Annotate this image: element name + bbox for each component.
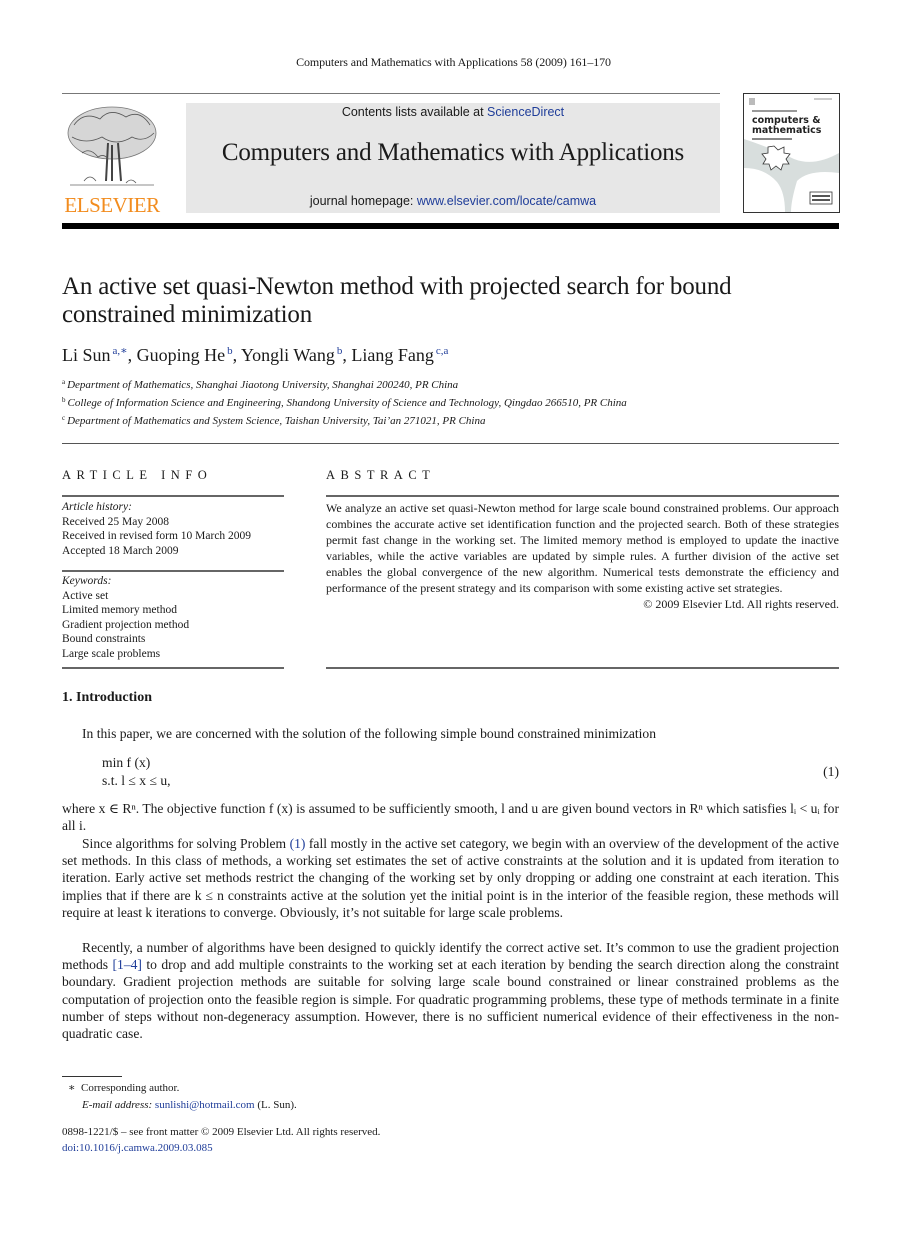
affiliation: c Department of Mathematics and System Sc… — [62, 414, 485, 427]
article-title: An active set quasi-Newton method with p… — [62, 273, 732, 328]
history-item: Received in revised form 10 March 2009 — [62, 530, 252, 543]
abstract-copyright: © 2009 Elsevier Ltd. All rights reserved… — [643, 597, 839, 611]
author-name: Liang Fang — [351, 345, 434, 365]
citation-link[interactable]: [1–4] — [113, 957, 142, 972]
elsevier-wordmark: ELSEVIER — [64, 193, 160, 217]
footnote-email: E-mail address: sunlishi@hotmail.com (L.… — [82, 1097, 297, 1113]
affiliation-mark: a — [62, 378, 66, 386]
article-info-heading: ARTICLE INFO — [62, 468, 213, 482]
history-label: Article history: — [62, 501, 132, 513]
journal-title: Computers and Mathematics with Applicati… — [221, 139, 685, 166]
journal-banner: Contents lists available at ScienceDirec… — [186, 103, 720, 213]
affiliation-text: Department of Mathematics, Shanghai Jiao… — [67, 379, 459, 391]
homepage-prefix: journal homepage: — [309, 194, 417, 208]
article-info-rule — [62, 667, 284, 669]
footnote-mark: ∗ — [68, 1082, 76, 1094]
history-item: Accepted 18 March 2009 — [62, 544, 179, 557]
paragraph-text: to drop and add multiple constraints to … — [62, 957, 839, 1042]
abstract-heading: ABSTRACT — [326, 468, 436, 482]
abstract-rule — [326, 667, 839, 669]
paragraph: In this paper, we are concerned with the… — [82, 726, 657, 741]
doi-link[interactable]: doi:10.1016/j.camwa.2009.03.085 — [62, 1142, 213, 1154]
affiliation-text: Department of Mathematics and System Sci… — [67, 415, 486, 427]
equation-line: min f (x) — [102, 755, 151, 770]
keywords: Keywords: Active set Limited memory meth… — [62, 574, 284, 662]
keywords-label: Keywords: — [62, 575, 112, 587]
footnote-text: Corresponding author. — [80, 1082, 180, 1094]
footnote-rule — [62, 1076, 122, 1077]
section-heading: 1. Introduction — [62, 690, 152, 705]
equation-reference-link[interactable]: (1) — [290, 836, 306, 851]
issn-line: 0898-1221/$ – see front matter © 2009 El… — [62, 1126, 381, 1138]
footnote-corresponding: ∗ Corresponding author. — [68, 1080, 179, 1096]
affiliation-mark: b — [62, 396, 66, 404]
email-label: E-mail address: — [82, 1099, 155, 1111]
affiliation: a Department of Mathematics, Shanghai Jia… — [62, 378, 458, 391]
keyword-item: Limited memory method — [62, 604, 177, 617]
paragraph: where x ∈ Rⁿ. The objective function f (… — [62, 801, 839, 834]
email-suffix: (L. Sun). — [254, 1099, 297, 1111]
front-matter: 0898-1221/$ – see front matter © 2009 El… — [62, 1124, 380, 1156]
cover-line3: mathematics — [752, 125, 822, 136]
article-info-rule — [62, 570, 284, 572]
author-affiliation-link[interactable]: b — [337, 345, 343, 357]
contents-line: Contents lists available at ScienceDirec… — [186, 105, 720, 119]
header-divider — [62, 443, 839, 444]
journal-homepage-link[interactable]: www.elsevier.com/locate/camwa — [417, 194, 596, 208]
paragraph: Recently, a number of algorithms have be… — [62, 939, 839, 1042]
author-name: Guoping He — [136, 345, 226, 365]
homepage-line: journal homepage: www.elsevier.com/locat… — [186, 194, 720, 208]
contents-prefix: Contents lists available at — [341, 105, 488, 119]
equation-1: min f (x) s.t. l ≤ x ≤ u, — [102, 754, 171, 790]
running-head: Computers and Mathematics with Applicati… — [296, 55, 611, 69]
email-link[interactable]: sunlishi@hotmail.com — [155, 1099, 255, 1111]
elsevier-logo[interactable]: ELSEVIER — [62, 103, 162, 217]
author-affiliation-link[interactable]: a,∗ — [113, 345, 128, 357]
paragraph: Since algorithms for solving Problem (1)… — [62, 835, 839, 921]
article-info-rule — [62, 495, 284, 497]
masthead-bottom-bar — [62, 223, 839, 229]
article-history: Article history: Received 25 May 2008 Re… — [62, 500, 284, 558]
sciencedirect-link[interactable]: ScienceDirect — [487, 105, 564, 119]
affiliation: b College of Information Science and Engi… — [62, 396, 627, 409]
abstract-rule — [326, 495, 839, 497]
affiliation-mark: c — [62, 414, 66, 422]
abstract-body: We analyze an active set quasi-Newton me… — [326, 500, 839, 612]
keyword-item: Large scale problems — [62, 647, 161, 660]
author-affiliation-link[interactable]: c,a — [436, 345, 449, 357]
cover-art-icon: computers & mathematics — [744, 94, 839, 212]
elsevier-tree-icon — [67, 106, 157, 186]
affiliation-text: College of Information Science and Engin… — [67, 397, 627, 409]
history-item: Received 25 May 2008 — [62, 515, 169, 528]
author-name: Li Sun — [62, 345, 111, 365]
keyword-item: Bound constraints — [62, 633, 146, 646]
paragraph-text: Since algorithms for solving Problem — [82, 836, 290, 851]
keyword-item: Gradient projection method — [62, 618, 190, 631]
equation-line: s.t. l ≤ x ≤ u, — [102, 773, 171, 788]
abstract-text: We analyze an active set quasi-Newton me… — [326, 501, 839, 595]
journal-cover-thumbnail[interactable]: computers & mathematics — [743, 93, 840, 213]
author-list: Li Sun a,∗, Guoping He b, Yongli Wang b, Li… — [62, 345, 449, 365]
author-name: Yongli Wang — [240, 345, 335, 365]
masthead-top-rule — [62, 93, 720, 94]
equation-number: (1) — [823, 764, 839, 779]
author-affiliation-link[interactable]: b — [227, 345, 233, 357]
keyword-item: Active set — [62, 589, 109, 602]
